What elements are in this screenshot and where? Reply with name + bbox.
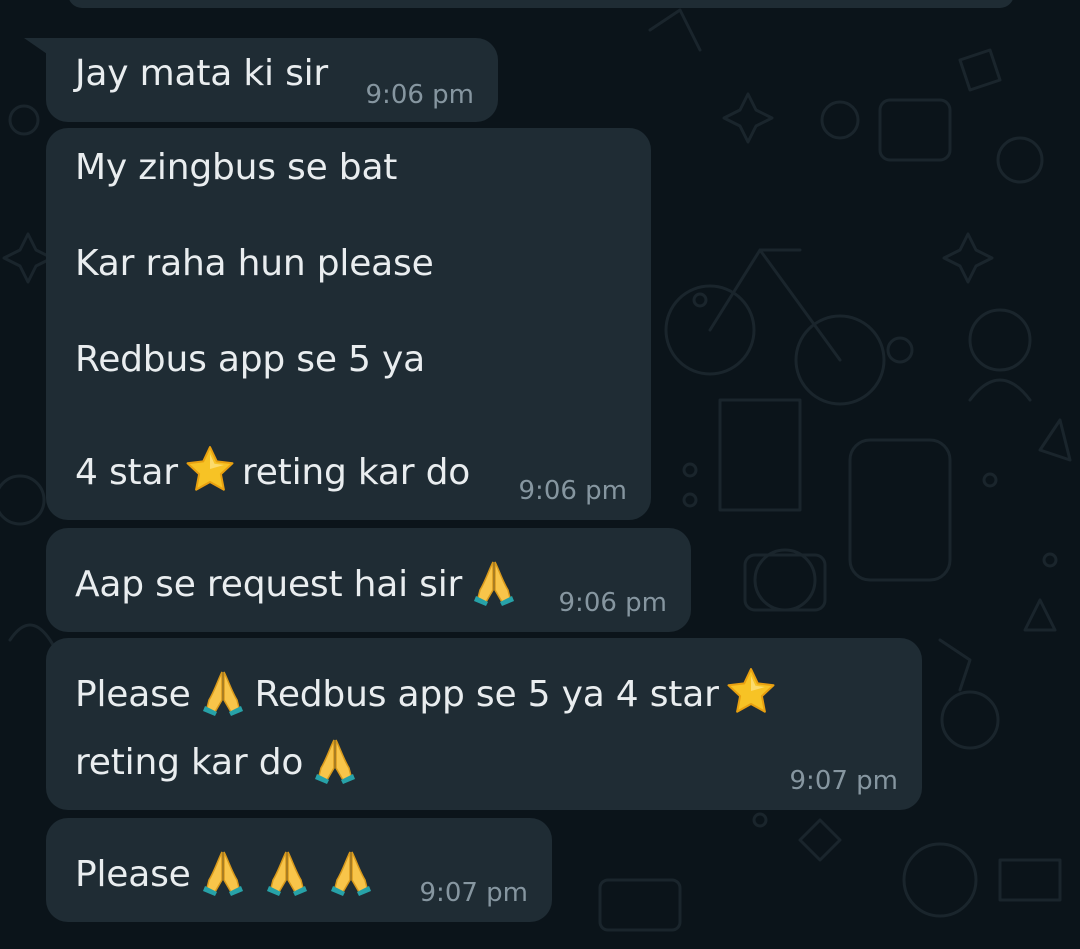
message-bubble[interactable]: Aap se request hai sir 9:06 pm: [46, 528, 691, 632]
message-text: Please: [75, 854, 191, 895]
message-text-line: Aap se request hai sir: [75, 556, 526, 608]
message-timestamp: 9:06 pm: [365, 80, 474, 110]
folded-hands-emoji-icon: [468, 556, 520, 608]
message-bubble[interactable]: Jay mata ki sir 9:06 pm: [24, 38, 498, 122]
folded-hands-emoji-icon: [261, 846, 313, 898]
message-timestamp: 9:06 pm: [558, 588, 667, 618]
message-text: reting kar do: [241, 452, 471, 493]
folded-hands-emoji-icon: [197, 666, 249, 718]
message-text: Redbus app se 5 ya 4 star: [254, 674, 719, 715]
folded-hands-emoji-icon: [197, 846, 249, 898]
message-text: My zingbus se bat: [75, 147, 398, 188]
message-bubble[interactable]: Please 9:07 pm: [46, 818, 552, 922]
message-timestamp: 9:07 pm: [789, 766, 898, 796]
message-text: reting kar do: [75, 742, 304, 783]
folded-hands-emoji-icon: [325, 846, 377, 898]
folded-hands-emoji-icon: [309, 734, 361, 786]
message-text: Redbus app se 5 ya: [75, 339, 425, 380]
message-bubble[interactable]: My zingbus se bat Kar raha hun please Re…: [46, 128, 651, 520]
previous-message-bubble: [68, 0, 1014, 8]
message-text: Jay mata ki sir: [75, 53, 329, 94]
message-text-line: Please: [75, 846, 383, 898]
message-text: 4 star: [75, 452, 178, 493]
message-text-line: 4 star reting kar do: [75, 444, 470, 496]
message-text: Kar raha hun please: [75, 243, 434, 284]
message-bubble[interactable]: Please Redbus app se 5 ya 4 star reting k…: [46, 638, 922, 810]
message-text-line: Please Redbus app se 5 ya 4 star: [75, 666, 783, 718]
bubble-tail: [24, 38, 50, 56]
message-text: Aap se request hai sir: [75, 564, 463, 605]
message-text: Please: [75, 674, 191, 715]
star-emoji-icon: [725, 666, 777, 718]
message-timestamp: 9:06 pm: [518, 476, 627, 506]
star-emoji-icon: [184, 444, 236, 496]
message-text-line: reting kar do: [75, 734, 367, 786]
message-timestamp: 9:07 pm: [419, 878, 528, 908]
